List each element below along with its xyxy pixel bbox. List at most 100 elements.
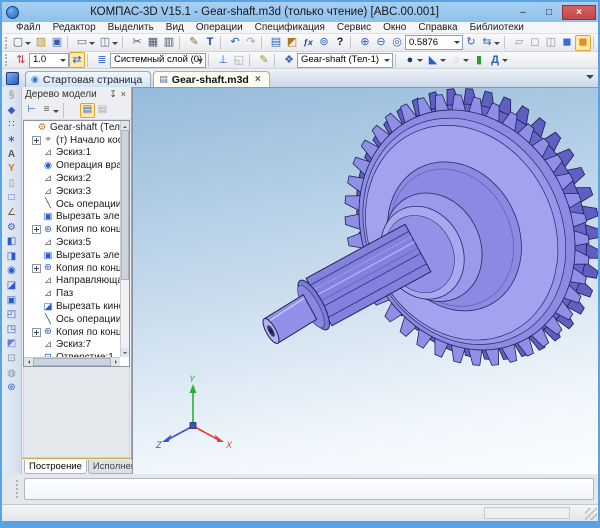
cut-button[interactable]: ✂ <box>129 35 145 51</box>
text-format-button[interactable]: T <box>202 35 218 51</box>
current-step-combo[interactable]: 1.0 <box>29 53 69 68</box>
scroll-down-icon[interactable] <box>121 348 130 357</box>
relations-button[interactable]: ⊚ <box>316 35 332 51</box>
tree-item-cut-sweep[interactable]: ◪ Вырезать кинематич <box>24 300 120 313</box>
shell-operation-icon[interactable]: ◰ <box>4 308 20 323</box>
tree-vertical-scrollbar[interactable] <box>120 121 129 357</box>
expand-icon[interactable] <box>32 328 41 337</box>
panel-tab[interactable]: Построение <box>24 460 87 474</box>
cs-manager-button[interactable]: ◱ <box>231 52 247 68</box>
scrollbar-thumb[interactable] <box>121 130 129 280</box>
scroll-right-icon[interactable] <box>111 358 120 367</box>
menu-item[interactable]: Операции <box>190 22 249 33</box>
menu-item[interactable]: Сервис <box>331 22 377 33</box>
document-icon[interactable]: ▯ <box>4 177 20 192</box>
tree-item-sketch-5[interactable]: ⊿ Эскиз:5 <box>24 236 120 249</box>
local-cs-button[interactable]: ⊥ <box>215 52 231 68</box>
macro-button[interactable]: ▮ <box>471 52 487 68</box>
tree-item-root[interactable]: ⚙ Gear-shaft (Тел-1) <box>24 121 120 134</box>
model-canvas[interactable]: YXZ <box>133 88 599 475</box>
tree-item-cut-extrude-1[interactable]: ▣ Вырезать элемент вы <box>24 211 120 224</box>
tab-list-dropdown[interactable] <box>586 75 594 83</box>
orientation-button[interactable]: ⇆ <box>479 35 495 51</box>
conditional-mark-icon[interactable]: Y <box>4 162 20 177</box>
shaded-button[interactable]: ◼ <box>559 35 575 51</box>
tree-structure-button[interactable]: ⊢ <box>24 103 39 118</box>
tab-gear-shaft-document[interactable]: ▤ Gear-shaft.m3d × <box>153 71 269 87</box>
document-check-button[interactable]: ✎ <box>256 52 272 68</box>
tree-item-axis-2[interactable]: ╲ Ось операции:2 <box>24 313 120 326</box>
tree-item-sketch-1[interactable]: ⊿ Эскиз:1 <box>24 147 120 160</box>
print-preview-button[interactable]: ◫ <box>97 35 113 51</box>
wireframe-button[interactable]: ▱ <box>511 35 527 51</box>
tree-item-axis-1[interactable]: ╲ Ось операции:1 <box>24 198 120 211</box>
tab-close-icon[interactable]: × <box>255 74 261 85</box>
additional-window-button[interactable]: ▤ <box>95 103 110 118</box>
menu-item[interactable]: Файл <box>10 22 47 33</box>
resize-grip[interactable] <box>585 508 597 520</box>
extrude-operation-icon[interactable]: ◧ <box>4 235 20 250</box>
thread-operation-icon[interactable]: ◍ <box>4 366 20 381</box>
detailing-mode-button[interactable]: ▤ <box>80 103 95 118</box>
paste-button[interactable]: ▥ <box>161 35 177 51</box>
tab-start-page[interactable]: ◉ Стартовая страница <box>25 71 151 87</box>
tree-item-sketch-3[interactable]: ⊿ Эскиз:3 <box>24 185 120 198</box>
tree-item-pattern-2[interactable]: ⊛ Копия по концентрич <box>24 262 120 275</box>
draft-operation-icon[interactable]: ◩ <box>4 337 20 352</box>
zoom-scale-combo[interactable]: 0.5876 <box>405 35 463 50</box>
maximize-button[interactable]: □ <box>536 5 562 20</box>
context-help-button[interactable]: ? <box>332 35 348 51</box>
toolbar-grip[interactable] <box>5 54 10 66</box>
library-button[interactable]: ◩ <box>284 35 300 51</box>
panel-close-icon[interactable]: × <box>119 89 128 99</box>
zoom-area-button[interactable]: ◎ <box>389 35 405 51</box>
scrollbar-thumb[interactable] <box>33 358 111 366</box>
scroll-up-icon[interactable] <box>121 121 130 130</box>
message-bar-grip[interactable] <box>16 480 18 498</box>
point-tool-icon[interactable]: ◆ <box>4 104 20 119</box>
zoom-out-button[interactable]: ⊖ <box>373 35 389 51</box>
dimensions-tool-button[interactable]: Д <box>487 52 503 68</box>
sweep-operation-icon[interactable]: ◪ <box>4 279 20 294</box>
shaded-edges-button[interactable]: ◼ <box>575 35 591 51</box>
hidden-thin-button[interactable]: ◫ <box>543 35 559 51</box>
menu-item[interactable]: Выделить <box>102 22 160 33</box>
tree-item-cut-extrude-2[interactable]: ▣ Вырезать элемент вы <box>24 249 120 262</box>
array-operation-icon[interactable]: ⊛ <box>4 381 20 396</box>
open-button[interactable]: ▨ <box>33 35 49 51</box>
current-part-combo[interactable]: Gear-shaft (Тел-1) <box>297 53 393 68</box>
rectangle-tool-icon[interactable]: □ <box>4 191 20 206</box>
fillet-operation-icon[interactable]: ▣ <box>4 293 20 308</box>
expand-icon[interactable] <box>32 225 41 234</box>
surfaces-tool-button[interactable]: ● <box>402 52 418 68</box>
copy-button[interactable]: ▦ <box>145 35 161 51</box>
menu-item[interactable]: Библиотеки <box>464 22 530 33</box>
rib-operation-icon[interactable]: ◳ <box>4 323 20 338</box>
text-tool-icon[interactable]: A <box>4 147 20 162</box>
menu-item[interactable]: Справка <box>412 22 463 33</box>
tree-item-slot[interactable]: ⊿ Паз <box>24 287 120 300</box>
menu-item[interactable]: Редактор <box>47 22 102 33</box>
solids-tool-button[interactable]: ◣ <box>425 52 441 68</box>
hole-operation-icon[interactable]: ⊡ <box>4 352 20 367</box>
tree-item-guide[interactable]: ⊿ Направляющая <box>24 275 120 288</box>
tree-item-origin[interactable]: ⌖ (т) Начало координат <box>24 134 120 147</box>
hidden-lines-button[interactable]: ◻ <box>527 35 543 51</box>
points-array-icon[interactable]: ∷ <box>4 118 20 133</box>
spiral-tool-icon[interactable]: § <box>4 89 20 104</box>
layers-button[interactable]: ≣ <box>94 52 110 68</box>
ortho-mode-button[interactable]: ⇄ <box>69 52 85 68</box>
tree-horizontal-scrollbar[interactable] <box>24 357 120 366</box>
expand-icon[interactable] <box>32 264 41 273</box>
auxiliary-line-icon[interactable]: ∗ <box>4 133 20 148</box>
measure-icon[interactable]: ∠ <box>4 206 20 221</box>
tree-item-revolve-1[interactable]: ◉ Операция вращения: <box>24 159 120 172</box>
step-snap-icon[interactable]: ⇅ <box>13 52 29 68</box>
expand-icon[interactable] <box>32 136 41 145</box>
tree-item-pattern-3[interactable]: ⊛ Копия по концентрич <box>24 326 120 339</box>
gear-tool-icon[interactable]: ⚙ <box>4 220 20 235</box>
undo-button[interactable]: ↶ <box>227 35 243 51</box>
stamp-tool-button[interactable]: ◌ <box>448 52 464 68</box>
redo-button[interactable]: ↷ <box>243 35 259 51</box>
tree-composition-button[interactable]: ≡ <box>39 103 54 118</box>
